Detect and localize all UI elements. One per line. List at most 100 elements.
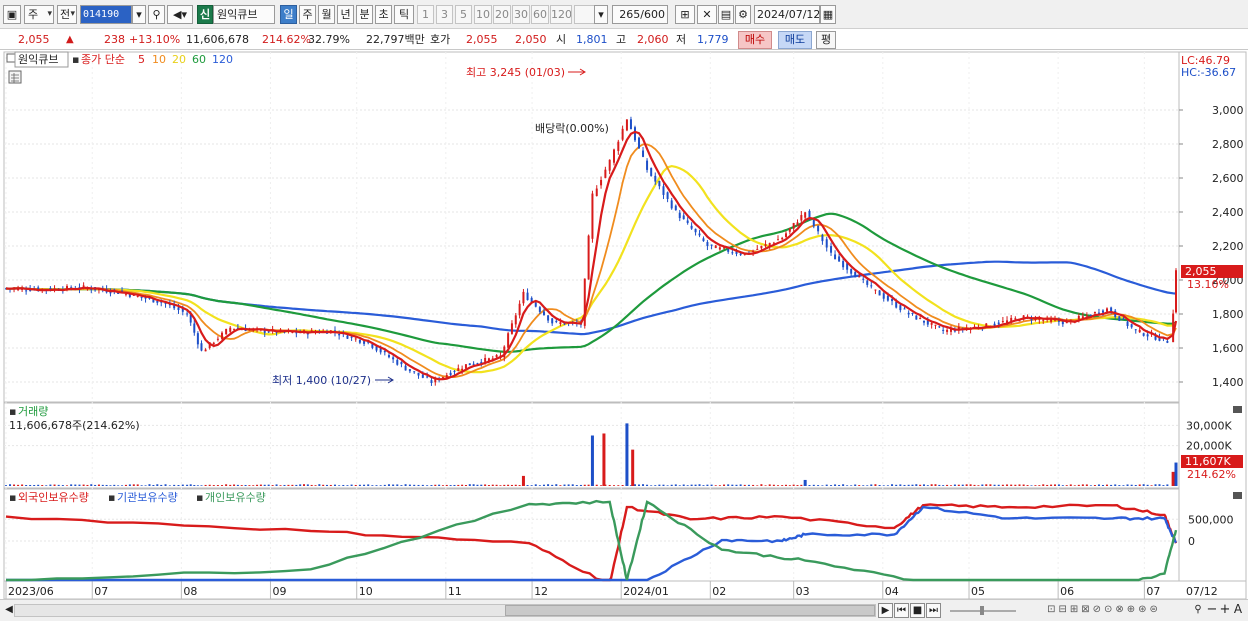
font-size-button[interactable]: A: [1232, 603, 1244, 618]
volume-bar: [404, 484, 407, 486]
code-dropdown-icon[interactable]: ▾: [132, 5, 146, 24]
window-menu-icon[interactable]: ▣: [3, 5, 21, 24]
rewind-button[interactable]: ⏮: [894, 603, 909, 618]
legend-ma-120[interactable]: 120: [212, 53, 233, 66]
volume-bar: [25, 485, 28, 486]
volume-bar: [306, 484, 309, 486]
legend-ma-20[interactable]: 20: [172, 53, 186, 66]
date-input[interactable]: 2024/07/12: [754, 5, 820, 24]
candle-body: [804, 212, 807, 218]
volume-bar: [694, 484, 697, 486]
indicator-icon[interactable]: ⊞: [675, 5, 695, 24]
period-second-button[interactable]: 초: [375, 5, 392, 24]
volume-panel-close-icon[interactable]: [1233, 406, 1242, 413]
volume-bar: [812, 484, 815, 486]
scroll-thumb[interactable]: [505, 605, 875, 616]
volume-bar: [571, 484, 574, 486]
sell-button[interactable]: 매도: [778, 31, 812, 49]
chart-toolbar: ▣ 주 전 014190 ▾ ⚲ ◀▾ 신 원익큐브 일 주 월 년 분 초 틱…: [0, 0, 1248, 29]
line-tool-icon[interactable]: ✕: [697, 5, 717, 24]
stop-button[interactable]: ■: [910, 603, 925, 618]
volume-bar: [66, 485, 69, 486]
candle-body: [464, 364, 467, 369]
period-year-button[interactable]: 년: [337, 5, 354, 24]
interval-1-button[interactable]: 1: [417, 5, 434, 24]
volume-bar: [156, 484, 159, 486]
volume-bar: [434, 484, 437, 486]
interval-120-button[interactable]: 120: [550, 5, 572, 24]
candle-body: [1118, 316, 1121, 321]
calendar-icon[interactable]: ▦: [820, 5, 836, 24]
bid-price: 2,050: [515, 33, 547, 46]
interval-dropdown-icon[interactable]: ▾: [594, 5, 608, 24]
volume-bar: [453, 484, 456, 486]
holdings-panel-close-icon[interactable]: [1233, 492, 1242, 499]
stock-chart[interactable]: 원익큐브 ▪ 종가 단순 5 10 20 60 120 LC:46.79 HC:…: [0, 50, 1248, 599]
candle-body: [911, 312, 914, 314]
interval-5-button[interactable]: 5: [455, 5, 472, 24]
interval-10-button[interactable]: 10: [474, 5, 492, 24]
volume-bar: [903, 484, 906, 486]
volume-bar: [181, 484, 184, 486]
legend-ma-60[interactable]: 60: [192, 53, 206, 66]
volume-bar: [714, 485, 717, 486]
volume-bar: [752, 484, 755, 486]
volume-bar: [1114, 484, 1117, 486]
period-tick-button[interactable]: 틱: [394, 5, 414, 24]
period-week-button[interactable]: 주: [299, 5, 316, 24]
volume-bar: [1154, 484, 1157, 486]
candle-body: [522, 291, 525, 304]
volume-bar: [236, 484, 239, 486]
holdings-legend-marker-2: ▪: [108, 491, 115, 504]
gear-icon[interactable]: ⚙: [735, 5, 751, 24]
candle-body: [453, 371, 456, 373]
volume-bar: [387, 484, 390, 486]
volume-bar: [252, 485, 255, 486]
candle-body: [895, 301, 898, 308]
market-select[interactable]: 주: [24, 5, 54, 24]
x-last-date: 07/12: [1186, 585, 1218, 598]
evaluate-button[interactable]: 평: [816, 31, 836, 49]
volume-bar: [756, 485, 759, 486]
stock-code-input[interactable]: 014190: [80, 5, 132, 24]
scroll-track[interactable]: [14, 604, 876, 617]
drawing-tools-icon[interactable]: ⊡⊟⊞⊠⊘⊙⊗⊕⊛⊜: [1024, 603, 1184, 618]
period-day-button[interactable]: 일: [280, 5, 297, 24]
candle-body: [551, 318, 554, 324]
search-icon[interactable]: ⚲: [148, 5, 165, 24]
zoom-in-button[interactable]: +: [1219, 603, 1231, 618]
holdings-institution-title: 기관보유수량: [117, 491, 178, 504]
candle-body: [850, 269, 853, 274]
candle-body: [682, 215, 685, 220]
play-button[interactable]: ▶: [878, 603, 893, 618]
legend-ma-10[interactable]: 10: [152, 53, 166, 66]
buy-button[interactable]: 매수: [738, 31, 772, 49]
candle-body: [216, 338, 219, 340]
save-icon[interactable]: ▤: [718, 5, 734, 24]
price-tick-label: 1,600: [1212, 342, 1244, 355]
stock-name-field[interactable]: 원익큐브: [213, 5, 275, 24]
interval-20-button[interactable]: 20: [493, 5, 511, 24]
interval-30-button[interactable]: 30: [512, 5, 530, 24]
candle-body: [612, 149, 615, 163]
volume-bar: [1101, 484, 1104, 486]
volume-bar: [484, 484, 487, 486]
speaker-icon[interactable]: ◀▾: [167, 5, 193, 24]
volume-bar: [785, 484, 787, 486]
forward-button[interactable]: ⏭: [926, 603, 941, 618]
candle-body: [674, 205, 677, 211]
interval-3-button[interactable]: 3: [436, 5, 453, 24]
period-minute-button[interactable]: 분: [356, 5, 373, 24]
legend-ma-5[interactable]: 5: [138, 53, 145, 66]
interval-60-button[interactable]: 60: [531, 5, 549, 24]
zoom-out-button[interactable]: −: [1206, 603, 1218, 618]
candle-body: [363, 341, 366, 344]
volume-bar: [977, 485, 980, 486]
scroll-left-icon[interactable]: ◀: [4, 603, 14, 618]
candle-body: [812, 220, 815, 227]
period-month-button[interactable]: 월: [318, 5, 335, 24]
data-count-field[interactable]: 265/600: [612, 5, 668, 24]
search-zoom-icon[interactable]: ⚲: [1192, 603, 1204, 618]
prev-select[interactable]: 전: [57, 5, 77, 24]
zoom-slider[interactable]: [948, 603, 1018, 618]
